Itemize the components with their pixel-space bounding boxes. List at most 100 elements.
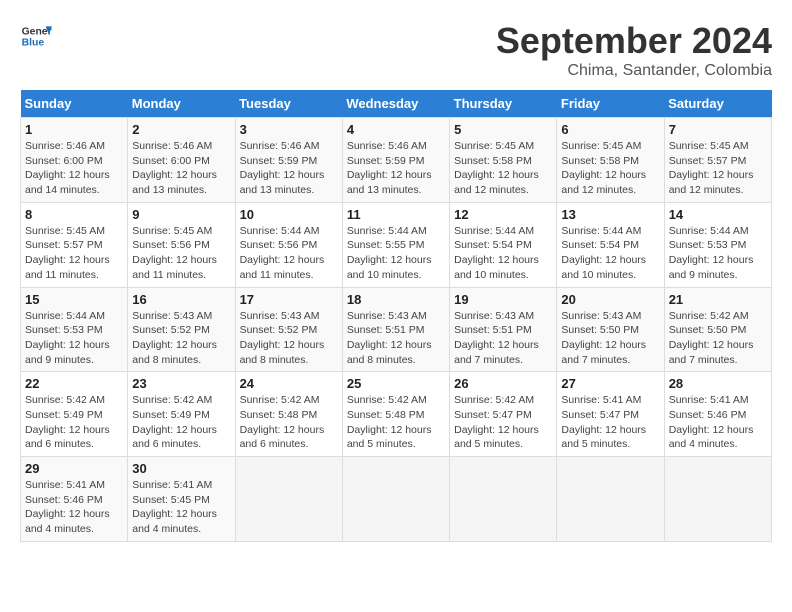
svg-text:Blue: Blue: [22, 38, 45, 49]
day-number: 4: [347, 122, 445, 137]
calendar-cell: 27 Sunrise: 5:41 AMSunset: 5:47 PMDaylig…: [557, 372, 664, 457]
calendar-cell: 26 Sunrise: 5:42 AMSunset: 5:47 PMDaylig…: [450, 372, 557, 457]
calendar-cell: 4 Sunrise: 5:46 AMSunset: 5:59 PMDayligh…: [342, 118, 449, 203]
col-header-sunday: Sunday: [21, 90, 128, 118]
calendar-cell: [557, 457, 664, 542]
calendar-cell: 14 Sunrise: 5:44 AMSunset: 5:53 PMDaylig…: [664, 202, 771, 287]
calendar-cell: 1 Sunrise: 5:46 AMSunset: 6:00 PMDayligh…: [21, 118, 128, 203]
calendar-cell: 30 Sunrise: 5:41 AMSunset: 5:45 PMDaylig…: [128, 457, 235, 542]
day-info: Sunrise: 5:44 AMSunset: 5:55 PMDaylight:…: [347, 224, 445, 283]
day-info: Sunrise: 5:43 AMSunset: 5:52 PMDaylight:…: [132, 309, 230, 368]
day-number: 19: [454, 292, 552, 307]
day-number: 14: [669, 207, 767, 222]
day-number: 18: [347, 292, 445, 307]
calendar-cell: 10 Sunrise: 5:44 AMSunset: 5:56 PMDaylig…: [235, 202, 342, 287]
location-subtitle: Chima, Santander, Colombia: [496, 62, 772, 80]
calendar-cell: 24 Sunrise: 5:42 AMSunset: 5:48 PMDaylig…: [235, 372, 342, 457]
day-number: 28: [669, 376, 767, 391]
day-number: 29: [25, 461, 123, 476]
calendar-cell: 11 Sunrise: 5:44 AMSunset: 5:55 PMDaylig…: [342, 202, 449, 287]
day-number: 8: [25, 207, 123, 222]
calendar-cell: 5 Sunrise: 5:45 AMSunset: 5:58 PMDayligh…: [450, 118, 557, 203]
day-info: Sunrise: 5:45 AMSunset: 5:57 PMDaylight:…: [25, 224, 123, 283]
day-number: 12: [454, 207, 552, 222]
col-header-monday: Monday: [128, 90, 235, 118]
calendar-cell: 7 Sunrise: 5:45 AMSunset: 5:57 PMDayligh…: [664, 118, 771, 203]
calendar-cell: 17 Sunrise: 5:43 AMSunset: 5:52 PMDaylig…: [235, 287, 342, 372]
day-number: 26: [454, 376, 552, 391]
calendar-cell: 2 Sunrise: 5:46 AMSunset: 6:00 PMDayligh…: [128, 118, 235, 203]
day-info: Sunrise: 5:46 AMSunset: 5:59 PMDaylight:…: [347, 139, 445, 198]
calendar-cell: 23 Sunrise: 5:42 AMSunset: 5:49 PMDaylig…: [128, 372, 235, 457]
calendar-cell: 8 Sunrise: 5:45 AMSunset: 5:57 PMDayligh…: [21, 202, 128, 287]
calendar-cell: 25 Sunrise: 5:42 AMSunset: 5:48 PMDaylig…: [342, 372, 449, 457]
day-number: 9: [132, 207, 230, 222]
day-number: 2: [132, 122, 230, 137]
day-number: 30: [132, 461, 230, 476]
calendar-cell: 19 Sunrise: 5:43 AMSunset: 5:51 PMDaylig…: [450, 287, 557, 372]
calendar-week-5: 29 Sunrise: 5:41 AMSunset: 5:46 PMDaylig…: [21, 457, 772, 542]
day-info: Sunrise: 5:46 AMSunset: 5:59 PMDaylight:…: [240, 139, 338, 198]
logo: General Blue: [20, 20, 52, 52]
day-number: 13: [561, 207, 659, 222]
day-number: 22: [25, 376, 123, 391]
calendar-cell: 29 Sunrise: 5:41 AMSunset: 5:46 PMDaylig…: [21, 457, 128, 542]
calendar-cell: 18 Sunrise: 5:43 AMSunset: 5:51 PMDaylig…: [342, 287, 449, 372]
calendar-cell: 3 Sunrise: 5:46 AMSunset: 5:59 PMDayligh…: [235, 118, 342, 203]
day-info: Sunrise: 5:43 AMSunset: 5:51 PMDaylight:…: [347, 309, 445, 368]
day-number: 6: [561, 122, 659, 137]
day-info: Sunrise: 5:41 AMSunset: 5:47 PMDaylight:…: [561, 393, 659, 452]
calendar-table: SundayMondayTuesdayWednesdayThursdayFrid…: [20, 90, 772, 542]
col-header-tuesday: Tuesday: [235, 90, 342, 118]
day-info: Sunrise: 5:41 AMSunset: 5:46 PMDaylight:…: [25, 478, 123, 537]
title-area: September 2024 Chima, Santander, Colombi…: [496, 20, 772, 80]
calendar-cell: [664, 457, 771, 542]
calendar-cell: 15 Sunrise: 5:44 AMSunset: 5:53 PMDaylig…: [21, 287, 128, 372]
calendar-cell: 16 Sunrise: 5:43 AMSunset: 5:52 PMDaylig…: [128, 287, 235, 372]
day-info: Sunrise: 5:43 AMSunset: 5:52 PMDaylight:…: [240, 309, 338, 368]
day-info: Sunrise: 5:42 AMSunset: 5:49 PMDaylight:…: [25, 393, 123, 452]
day-info: Sunrise: 5:42 AMSunset: 5:47 PMDaylight:…: [454, 393, 552, 452]
day-number: 11: [347, 207, 445, 222]
day-info: Sunrise: 5:44 AMSunset: 5:56 PMDaylight:…: [240, 224, 338, 283]
day-info: Sunrise: 5:42 AMSunset: 5:48 PMDaylight:…: [347, 393, 445, 452]
calendar-cell: 6 Sunrise: 5:45 AMSunset: 5:58 PMDayligh…: [557, 118, 664, 203]
day-number: 7: [669, 122, 767, 137]
day-info: Sunrise: 5:45 AMSunset: 5:58 PMDaylight:…: [454, 139, 552, 198]
calendar-cell: [342, 457, 449, 542]
day-info: Sunrise: 5:42 AMSunset: 5:49 PMDaylight:…: [132, 393, 230, 452]
day-info: Sunrise: 5:42 AMSunset: 5:50 PMDaylight:…: [669, 309, 767, 368]
calendar-week-1: 1 Sunrise: 5:46 AMSunset: 6:00 PMDayligh…: [21, 118, 772, 203]
calendar-cell: 12 Sunrise: 5:44 AMSunset: 5:54 PMDaylig…: [450, 202, 557, 287]
day-number: 10: [240, 207, 338, 222]
calendar-cell: 28 Sunrise: 5:41 AMSunset: 5:46 PMDaylig…: [664, 372, 771, 457]
calendar-week-4: 22 Sunrise: 5:42 AMSunset: 5:49 PMDaylig…: [21, 372, 772, 457]
day-number: 20: [561, 292, 659, 307]
calendar-cell: [450, 457, 557, 542]
calendar-cell: 9 Sunrise: 5:45 AMSunset: 5:56 PMDayligh…: [128, 202, 235, 287]
col-header-wednesday: Wednesday: [342, 90, 449, 118]
day-number: 27: [561, 376, 659, 391]
day-info: Sunrise: 5:45 AMSunset: 5:56 PMDaylight:…: [132, 224, 230, 283]
day-info: Sunrise: 5:45 AMSunset: 5:58 PMDaylight:…: [561, 139, 659, 198]
col-header-friday: Friday: [557, 90, 664, 118]
day-number: 24: [240, 376, 338, 391]
calendar-week-3: 15 Sunrise: 5:44 AMSunset: 5:53 PMDaylig…: [21, 287, 772, 372]
calendar-week-2: 8 Sunrise: 5:45 AMSunset: 5:57 PMDayligh…: [21, 202, 772, 287]
calendar-cell: 22 Sunrise: 5:42 AMSunset: 5:49 PMDaylig…: [21, 372, 128, 457]
day-number: 1: [25, 122, 123, 137]
page-header: General Blue September 2024 Chima, Santa…: [20, 20, 772, 80]
day-number: 21: [669, 292, 767, 307]
logo-icon: General Blue: [20, 20, 52, 52]
day-number: 5: [454, 122, 552, 137]
day-info: Sunrise: 5:45 AMSunset: 5:57 PMDaylight:…: [669, 139, 767, 198]
day-info: Sunrise: 5:46 AMSunset: 6:00 PMDaylight:…: [132, 139, 230, 198]
day-info: Sunrise: 5:44 AMSunset: 5:54 PMDaylight:…: [454, 224, 552, 283]
day-number: 15: [25, 292, 123, 307]
day-number: 16: [132, 292, 230, 307]
col-header-thursday: Thursday: [450, 90, 557, 118]
calendar-cell: [235, 457, 342, 542]
day-number: 25: [347, 376, 445, 391]
day-number: 23: [132, 376, 230, 391]
day-info: Sunrise: 5:44 AMSunset: 5:53 PMDaylight:…: [25, 309, 123, 368]
